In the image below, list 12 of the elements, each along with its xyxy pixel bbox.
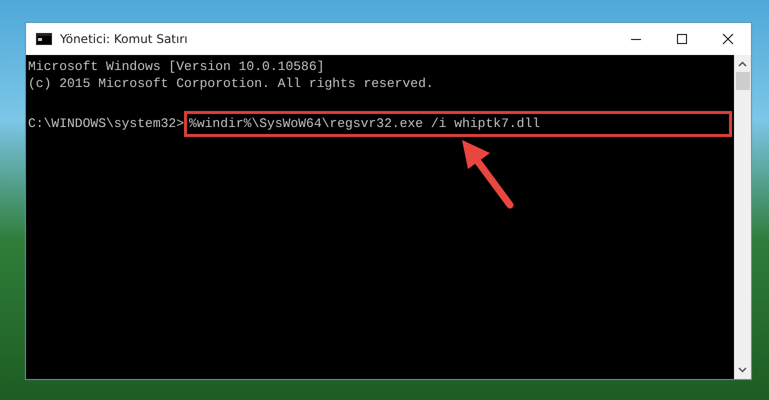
console-line: (c) 2015 Microsoft Corporotion. All rights reserved. bbox=[28, 76, 435, 92]
close-icon[interactable] bbox=[722, 33, 734, 45]
window-title: Yönetici: Komut Satırı bbox=[60, 32, 188, 46]
command-prompt: C:\WINDOWS\system32> bbox=[28, 116, 184, 132]
maximize-icon[interactable] bbox=[676, 33, 688, 45]
console-icon bbox=[36, 33, 52, 45]
scrollbar[interactable] bbox=[734, 55, 751, 379]
scroll-up-icon[interactable] bbox=[738, 61, 747, 67]
scroll-down-icon[interactable] bbox=[738, 367, 747, 373]
console-line: Microsoft Windows [Version 10.0.10586] bbox=[28, 59, 326, 76]
scroll-thumb[interactable] bbox=[736, 72, 750, 90]
highlighted-command: %windir%\SysWoW64\regsvr32.exe /i whiptk7.dll bbox=[184, 110, 732, 137]
